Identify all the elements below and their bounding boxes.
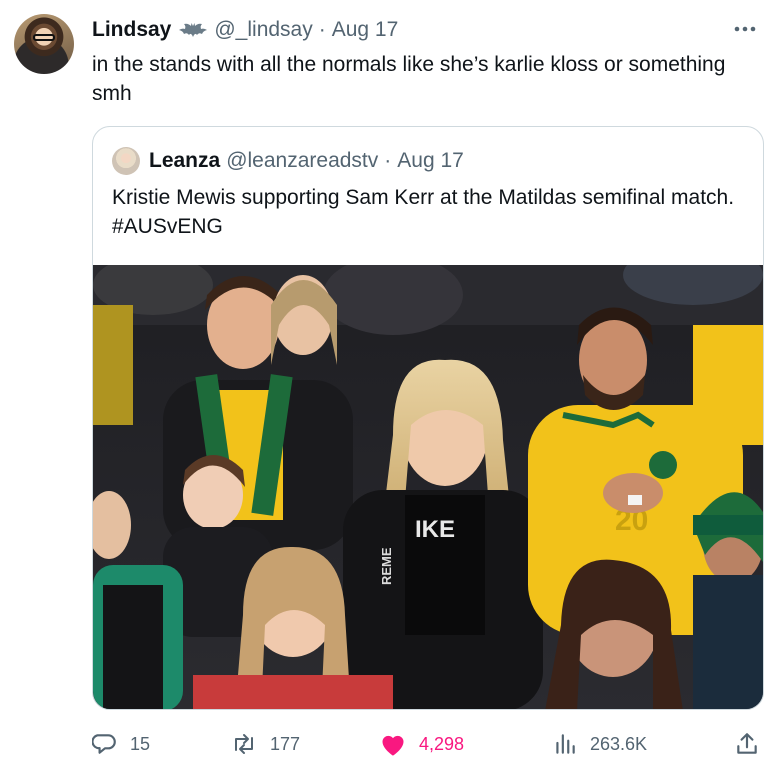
tweet-header: Lindsay @_lindsay · Aug 17	[92, 16, 398, 44]
display-name[interactable]: Lindsay	[92, 18, 171, 42]
views-count: 263.6K	[590, 733, 648, 754]
bat-icon	[178, 20, 208, 40]
share-button[interactable]	[734, 726, 772, 762]
quoted-tweet[interactable]: Leanza @leanzareadstv · Aug 17 Kristie M…	[92, 126, 764, 710]
quoted-display-name[interactable]: Leanza	[149, 149, 220, 173]
shirt-logo: IKE	[415, 516, 455, 543]
like-count: 4,298	[419, 733, 465, 754]
share-icon	[737, 733, 757, 754]
quoted-avatar[interactable]	[112, 147, 140, 175]
quoted-separator: ·	[384, 149, 392, 172]
retweet-count: 177	[270, 733, 301, 754]
quoted-text: Kristie Mewis supporting Sam Kerr at the…	[112, 186, 735, 238]
tweet: Lindsay @_lindsay · Aug 17 in the stands…	[0, 0, 774, 768]
tweet-text: in the stands with all the normals like …	[92, 53, 726, 105]
more-dots-icon[interactable]	[730, 18, 760, 40]
retweet-icon	[235, 734, 253, 754]
reply-icon	[92, 734, 116, 754]
avatar-glasses	[33, 34, 55, 41]
views-button[interactable]: 263.6K	[552, 726, 647, 762]
retweet-button[interactable]: 177	[230, 726, 300, 762]
action-bar: 15 177 4,298 263.6K	[92, 726, 764, 762]
views-icon	[556, 734, 575, 754]
quoted-header: Leanza @leanzareadstv · Aug 17	[149, 147, 464, 175]
separator: ·	[318, 18, 326, 41]
shirt-text: REME	[379, 547, 394, 585]
quoted-handle[interactable]: @leanzareadstv	[226, 149, 378, 173]
avatar[interactable]	[14, 14, 74, 74]
handle[interactable]: @_lindsay	[214, 18, 312, 42]
quoted-timestamp[interactable]: Aug 17	[397, 149, 464, 173]
crowd-photo[interactable]: IKE REME 20	[93, 265, 763, 709]
like-button[interactable]: 4,298	[379, 726, 464, 762]
heart-icon	[382, 735, 404, 756]
reply-button[interactable]: 15	[92, 726, 150, 762]
timestamp[interactable]: Aug 17	[332, 18, 399, 42]
reply-count: 15	[130, 733, 151, 754]
